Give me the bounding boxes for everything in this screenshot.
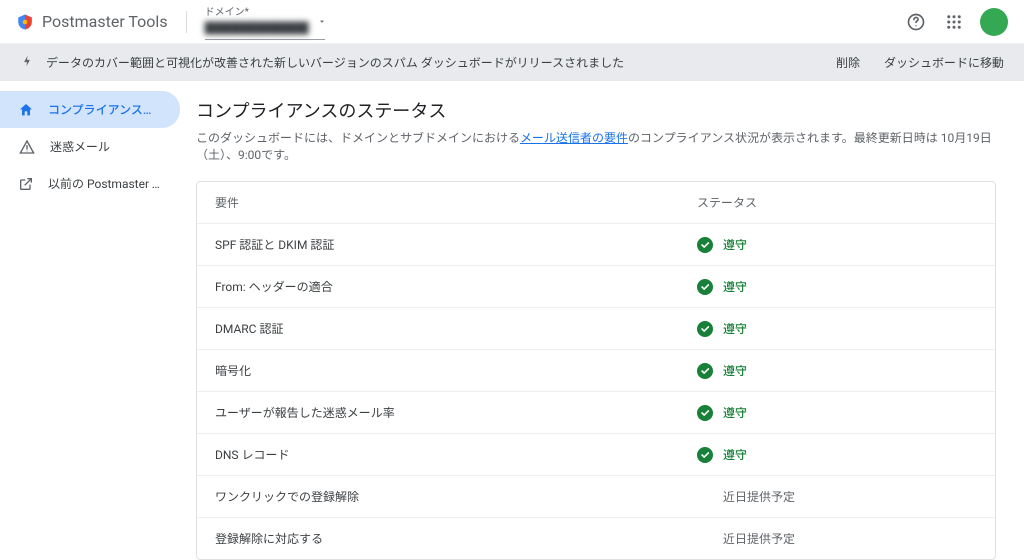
- page-description: このダッシュボードには、ドメインとサブドメインにおけるメール送信者の要件のコンプ…: [196, 129, 996, 163]
- banner-dismiss-button[interactable]: 削除: [836, 54, 860, 71]
- check-circle-icon: [697, 237, 713, 253]
- app-bar: Postmaster Tools ドメイン* ████████: [0, 0, 1024, 44]
- domain-select-value: ████████: [205, 18, 325, 37]
- home-icon: [18, 102, 34, 118]
- status-text: 遵守: [723, 446, 747, 463]
- appbar-actions: [904, 8, 1008, 36]
- check-circle-icon: [697, 447, 713, 463]
- requirement-cell: DMARC 認証: [215, 320, 697, 337]
- status-cell: 近日提供予定: [697, 488, 977, 505]
- table-row: DNS レコード 遵守: [197, 434, 995, 476]
- table-row: SPF 認証と DKIM 認証 遵守: [197, 224, 995, 266]
- status-cell: 遵守: [697, 362, 977, 379]
- brand-title: Postmaster Tools: [42, 12, 168, 31]
- domain-select[interactable]: ドメイン* ████████: [205, 3, 325, 40]
- desc-prefix: このダッシュボードには、ドメインとサブドメインにおける: [196, 131, 520, 145]
- sidebar: コンプライアンスのステ... 迷惑メール 以前の Postmaster Tool…: [0, 81, 180, 549]
- requirement-cell: DNS レコード: [215, 446, 697, 463]
- table-row: 暗号化 遵守: [197, 350, 995, 392]
- check-circle-icon: [697, 405, 713, 421]
- main-content: コンプライアンスのステータス このダッシュボードには、ドメインとサブドメインにお…: [180, 81, 1024, 549]
- status-cell: 遵守: [697, 320, 977, 337]
- sidebar-item-label: コンプライアンスのステ...: [48, 101, 162, 118]
- requirement-cell: 暗号化: [215, 362, 697, 379]
- status-text: 近日提供予定: [697, 488, 795, 505]
- table-row: ユーザーが報告した迷惑メール率 遵守: [197, 392, 995, 434]
- table-header: 要件 ステータス: [197, 182, 995, 224]
- sidebar-item-legacy[interactable]: 以前の Postmaster Tools ...: [0, 165, 180, 202]
- avatar[interactable]: [980, 8, 1008, 36]
- status-text: 遵守: [723, 278, 747, 295]
- status-text: 近日提供予定: [697, 530, 795, 547]
- requirement-cell: SPF 認証と DKIM 認証: [215, 236, 697, 253]
- sidebar-item-label: 迷惑メール: [50, 138, 110, 155]
- postmaster-logo-icon: [16, 13, 34, 31]
- status-cell: 遵守: [697, 446, 977, 463]
- check-circle-icon: [697, 321, 713, 337]
- divider: [186, 11, 187, 33]
- status-cell: 遵守: [697, 278, 977, 295]
- check-circle-icon: [697, 363, 713, 379]
- banner-go-button[interactable]: ダッシュボードに移動: [884, 54, 1004, 71]
- status-cell: 遵守: [697, 404, 977, 421]
- status-cell: 近日提供予定: [697, 530, 977, 547]
- table-row: ワンクリックでの登録解除近日提供予定: [197, 476, 995, 518]
- domain-select-label: ドメイン*: [205, 3, 325, 18]
- check-circle-icon: [697, 279, 713, 295]
- requirement-cell: ユーザーが報告した迷惑メール率: [215, 404, 697, 421]
- help-icon[interactable]: [904, 10, 928, 34]
- status-text: 遵守: [723, 236, 747, 253]
- status-text: 遵守: [723, 362, 747, 379]
- apps-grid-icon[interactable]: [942, 10, 966, 34]
- status-text: 遵守: [723, 320, 747, 337]
- sender-requirements-link[interactable]: メール送信者の要件: [520, 131, 628, 145]
- status-text: 遵守: [723, 404, 747, 421]
- banner-message: データのカバー範囲と可視化が改善された新しいバージョンのスパム ダッシュボードが…: [46, 54, 624, 71]
- page-title: コンプライアンスのステータス: [196, 97, 996, 123]
- bolt-icon: [20, 54, 34, 71]
- warning-icon: [18, 139, 36, 155]
- col-header-requirement: 要件: [215, 194, 697, 211]
- table-row: 登録解除に対応する近日提供予定: [197, 518, 995, 559]
- sidebar-item-compliance[interactable]: コンプライアンスのステ...: [0, 91, 180, 128]
- open-in-new-icon: [18, 176, 34, 192]
- requirement-cell: ワンクリックでの登録解除: [215, 488, 697, 505]
- sidebar-item-label: 以前の Postmaster Tools ...: [48, 175, 162, 192]
- announcement-banner: データのカバー範囲と可視化が改善された新しいバージョンのスパム ダッシュボードが…: [0, 44, 1024, 81]
- chevron-down-icon: [317, 12, 327, 31]
- table-row: DMARC 認証 遵守: [197, 308, 995, 350]
- compliance-table: 要件 ステータス SPF 認証と DKIM 認証遵守From: ヘッダーの適合遵…: [196, 181, 996, 560]
- status-cell: 遵守: [697, 236, 977, 253]
- table-row: From: ヘッダーの適合 遵守: [197, 266, 995, 308]
- sidebar-item-spam[interactable]: 迷惑メール: [0, 128, 180, 165]
- requirement-cell: 登録解除に対応する: [215, 530, 697, 547]
- requirement-cell: From: ヘッダーの適合: [215, 278, 697, 295]
- brand: Postmaster Tools: [16, 12, 168, 31]
- col-header-status: ステータス: [697, 194, 977, 211]
